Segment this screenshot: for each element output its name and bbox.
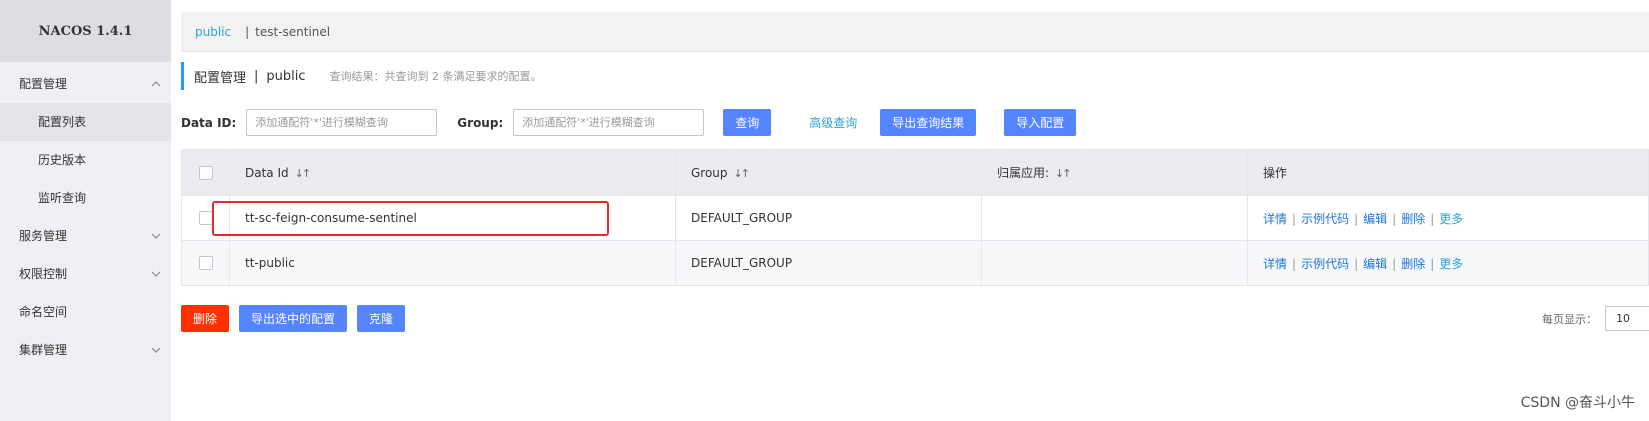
op-separator: | [1354, 256, 1359, 271]
cell-group: DEFAULT_GROUP [675, 195, 982, 241]
import-config-button[interactable]: 导入配置 [1004, 109, 1077, 136]
detail-link[interactable]: 详情 [1263, 212, 1287, 226]
sort-icon[interactable]: ↓↑ [295, 167, 312, 180]
row-checkbox[interactable] [198, 256, 213, 271]
sidebar-item-label: 集群管理 [19, 343, 68, 357]
sidebar-item-access-control[interactable]: 权限控制 [0, 255, 171, 293]
table-row: tt-public DEFAULT_GROUP 详情 | 示例代码 | 编辑 | 删除 | 更多 [181, 240, 1649, 286]
brand-title: NACOS 1.4.1 [0, 0, 171, 62]
search-bar: Data ID: Group: 查询 高级查询 导出查询结果 导入配置 [181, 109, 1077, 136]
sidebar-item-config-list[interactable]: 配置列表 [0, 103, 171, 141]
header-label: Data Id [245, 165, 289, 180]
sidebar-item-service-management[interactable]: 服务管理 [0, 217, 171, 255]
query-button[interactable]: 查询 [723, 109, 772, 136]
more-link[interactable]: 更多 [1439, 257, 1463, 271]
sidebar-item-label: 配置管理 [19, 77, 68, 91]
op-separator: | [1392, 256, 1397, 271]
group-label: Group: [457, 115, 504, 130]
cell-app [981, 240, 1248, 286]
sidebar-item-label: 历史版本 [38, 153, 87, 167]
row-checkbox[interactable] [198, 211, 213, 226]
header-app[interactable]: 归属应用: ↓↑ [981, 149, 1248, 196]
sidebar-item-label: 权限控制 [19, 267, 68, 281]
cell-operations: 详情 | 示例代码 | 编辑 | 删除 | 更多 [1247, 240, 1649, 286]
sidebar-item-label: 监听查询 [38, 191, 87, 205]
sidebar-menu: 配置管理 配置列表 历史版本 监听查询 服务管理 权限控制 命名空间 集群管理 [0, 65, 171, 369]
page-title: 配置管理 [194, 70, 247, 86]
main-content: public | test-sentinel 配置管理 | public 查询结… [181, 0, 1649, 421]
sidebar-item-label: 服务管理 [19, 229, 68, 243]
sort-icon[interactable]: ↓↑ [734, 167, 751, 180]
cell-group: DEFAULT_GROUP [675, 240, 982, 286]
op-separator: | [1292, 211, 1297, 226]
header-operations: 操作 [1247, 149, 1649, 196]
select-all-checkbox[interactable] [198, 165, 213, 180]
sidebar-item-namespace[interactable]: 命名空间 [0, 293, 171, 331]
sidebar: NACOS 1.4.1 配置管理 配置列表 历史版本 监听查询 服务管理 权限控… [0, 0, 171, 421]
chevron-down-icon [151, 217, 161, 255]
more-link[interactable]: 更多 [1439, 212, 1463, 226]
row-select-cell [181, 195, 230, 241]
page-size-control: 每页显示： 10 [1542, 306, 1649, 331]
page-size-select[interactable]: 10 [1605, 306, 1649, 331]
dataid-search-input[interactable] [246, 109, 438, 136]
clone-button[interactable]: 克隆 [357, 305, 406, 332]
config-table: Data Id ↓↑ Group ↓↑ 归属应用: ↓↑ 操作 tt-sc-feign… [181, 149, 1649, 286]
sidebar-item-listener-query[interactable]: 监听查询 [0, 179, 171, 217]
op-separator: | [1292, 256, 1297, 271]
advanced-query-button[interactable]: 高级查询 [803, 109, 863, 136]
delete-link[interactable]: 删除 [1401, 257, 1425, 271]
cell-operations: 详情 | 示例代码 | 编辑 | 删除 | 更多 [1247, 195, 1649, 241]
sidebar-item-label: 配置列表 [38, 115, 87, 129]
chevron-up-icon [151, 65, 161, 103]
cell-data-id: tt-sc-feign-consume-sentinel [229, 195, 676, 241]
header-data-id[interactable]: Data Id ↓↑ [229, 149, 676, 196]
breadcrumb-current[interactable]: test-sentinel [255, 25, 330, 39]
page-title-row: 配置管理 | public 查询结果：共查询到 2 条满足要求的配置。 [181, 62, 542, 90]
op-separator: | [1430, 256, 1435, 271]
detail-link[interactable]: 详情 [1263, 257, 1287, 271]
page-size-label: 每页显示： [1542, 312, 1597, 326]
sort-icon[interactable]: ↓↑ [1055, 167, 1072, 180]
op-separator: | [1354, 211, 1359, 226]
batch-delete-button[interactable]: 删除 [181, 305, 230, 332]
edit-link[interactable]: 编辑 [1363, 257, 1387, 271]
header-label: 归属应用: [997, 166, 1050, 180]
export-selected-button[interactable]: 导出选中的配置 [239, 305, 348, 332]
sample-code-link[interactable]: 示例代码 [1301, 257, 1349, 271]
row-select-cell [181, 240, 230, 286]
dataid-label: Data ID: [181, 115, 237, 130]
table-row: tt-sc-feign-consume-sentinel DEFAULT_GRO… [181, 195, 1649, 241]
op-separator: | [1392, 211, 1397, 226]
delete-link[interactable]: 删除 [1401, 212, 1425, 226]
header-label: 操作 [1263, 166, 1288, 180]
chevron-down-icon [151, 255, 161, 293]
sidebar-item-config-management[interactable]: 配置管理 [0, 65, 171, 103]
breadcrumb: public | test-sentinel [181, 12, 1649, 52]
table-header-row: Data Id ↓↑ Group ↓↑ 归属应用: ↓↑ 操作 [181, 149, 1649, 196]
sidebar-item-history[interactable]: 历史版本 [0, 141, 171, 179]
page-namespace: public [266, 68, 306, 84]
cell-data-id: tt-public [229, 240, 676, 286]
sidebar-item-cluster-management[interactable]: 集群管理 [0, 331, 171, 369]
title-separator: | [254, 68, 259, 84]
header-group[interactable]: Group ↓↑ [675, 149, 982, 196]
header-label: Group [691, 165, 728, 180]
breadcrumb-separator: | [245, 24, 250, 39]
batch-actions: 删除 导出选中的配置 克隆 [181, 305, 406, 332]
cell-app [981, 195, 1248, 241]
sample-code-link[interactable]: 示例代码 [1301, 212, 1349, 226]
chevron-down-icon [151, 331, 161, 369]
breadcrumb-public-link[interactable]: public [195, 25, 231, 39]
op-separator: | [1430, 211, 1435, 226]
watermark: CSDN @奋斗小牛 [1520, 395, 1635, 411]
edit-link[interactable]: 编辑 [1363, 212, 1387, 226]
query-result-hint: 查询结果：共查询到 2 条满足要求的配置。 [329, 70, 542, 83]
group-search-input[interactable] [513, 109, 705, 136]
header-select-all [181, 149, 230, 196]
sidebar-item-label: 命名空间 [19, 305, 68, 319]
export-results-button[interactable]: 导出查询结果 [880, 109, 977, 136]
